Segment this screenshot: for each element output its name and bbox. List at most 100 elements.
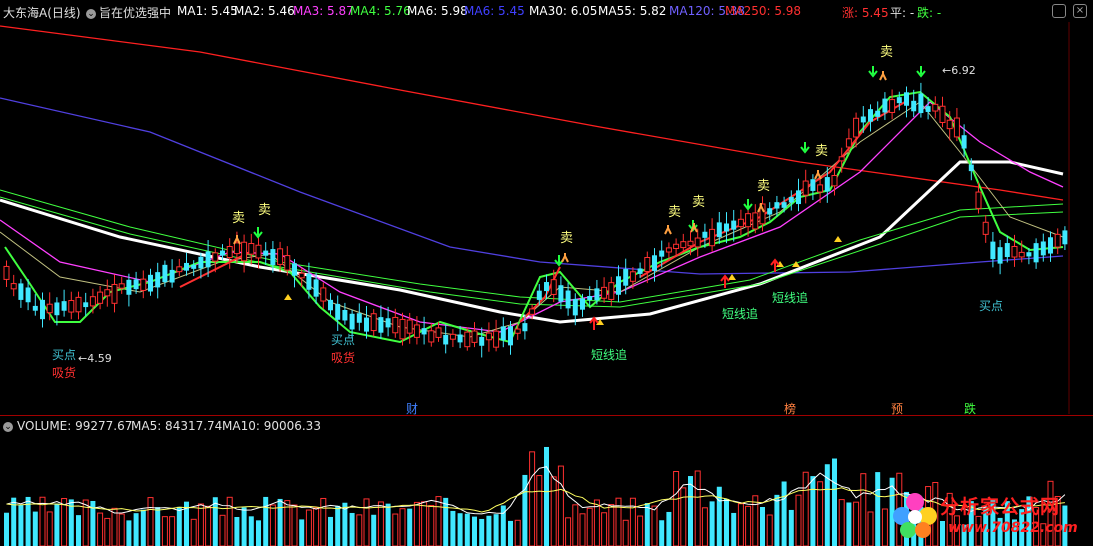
candle-down: [767, 208, 773, 215]
candle-up: [629, 271, 636, 282]
sell-arrow-icon: [743, 199, 753, 211]
volume-bar-down: [666, 511, 672, 546]
volume-bar-up: [428, 505, 435, 546]
volume-bar-up: [557, 465, 564, 546]
sell-label: 卖: [258, 203, 271, 218]
event-marker-bang[interactable]: 榜: [783, 402, 797, 416]
candle-up: [46, 303, 53, 314]
volume-bar-up: [853, 501, 860, 546]
candle-up: [514, 328, 521, 334]
candle-up: [982, 221, 989, 235]
absorb-label: 吸货: [331, 350, 355, 365]
volume-bar-up: [881, 508, 888, 546]
candle-up: [248, 243, 255, 255]
candle-down: [356, 313, 362, 323]
candle-down: [198, 256, 204, 269]
volume-bar-up: [550, 476, 557, 546]
volume-bar-down: [731, 512, 737, 546]
candle-down: [702, 231, 708, 238]
volume-bar-up: [752, 495, 759, 546]
volume-bar-down: [464, 513, 470, 546]
triangle-icon: [284, 294, 292, 300]
ma-legend-item: MA30: 6.05: [529, 4, 598, 18]
candle-down: [724, 223, 729, 232]
high-price-label: ←6.92: [942, 64, 976, 77]
volume-bar-down: [716, 486, 722, 546]
candle-up: [241, 241, 248, 262]
price-chart[interactable]: 卖卖卖卖卖卖卖卖短线追短线追短线追买点买点买点吸货吸货←4.59←6.92: [0, 22, 1093, 414]
candle-up: [550, 279, 557, 295]
candle-down: [731, 220, 737, 230]
volume-bar-down: [810, 476, 816, 546]
absorb-label: 吸货: [52, 365, 76, 380]
panel-divider[interactable]: [0, 415, 1093, 416]
candle-down: [522, 323, 528, 332]
candle-down: [184, 262, 189, 271]
event-marker-yu[interactable]: 预: [890, 402, 904, 416]
volume-bar-down: [407, 508, 413, 546]
candle-down: [572, 298, 578, 316]
candle-down: [637, 268, 643, 274]
volume-bar-down: [385, 503, 391, 546]
settings-icon[interactable]: [1052, 4, 1066, 18]
candle-down: [32, 305, 38, 311]
candle-down: [652, 255, 657, 271]
volume-bar-down: [443, 497, 449, 546]
candle-up: [831, 174, 838, 187]
volume-bar-down: [349, 512, 355, 546]
volume-bar-up: [673, 471, 680, 546]
candle-up: [471, 330, 478, 343]
candle-down: [421, 328, 427, 335]
stock-title[interactable]: 大东海A(日线): [3, 4, 81, 21]
volume-bar-down: [18, 504, 24, 546]
candle-up: [399, 318, 406, 340]
volume-bar-up: [529, 451, 536, 546]
candle-up: [75, 296, 82, 313]
candle-up: [838, 156, 845, 162]
event-marker-die[interactable]: 跌: [963, 402, 977, 416]
candle-down: [155, 272, 161, 288]
volume-bar-up: [169, 516, 176, 546]
sell-arrow-icon: [253, 227, 263, 239]
volume-bar-up: [586, 507, 593, 546]
buy-point-label: 买点: [331, 333, 355, 347]
volume-bar-up: [802, 471, 809, 546]
candle-up: [817, 184, 824, 193]
candle-up: [212, 252, 219, 262]
candle-up: [1011, 245, 1018, 258]
candle-down: [536, 290, 542, 300]
candle-down: [126, 279, 132, 295]
volume-bar-down: [133, 513, 139, 546]
candle-up: [608, 282, 615, 300]
candle-down: [1026, 252, 1032, 257]
candle-up: [946, 119, 953, 130]
volume-bar-down: [54, 503, 60, 546]
volume-bar-up: [766, 514, 773, 546]
candle-up: [485, 332, 492, 341]
indicator-name[interactable]: 旨在优选强中: [99, 4, 171, 21]
candle-down: [911, 100, 917, 112]
candle-down: [781, 202, 787, 208]
close-icon[interactable]: ×: [1073, 4, 1087, 18]
candle-down: [479, 336, 485, 346]
candle-up: [889, 99, 896, 113]
ma-legend-item: MA250: 5.98: [725, 4, 802, 18]
volume-bar-up: [313, 507, 320, 546]
event-marker-cai[interactable]: 财: [405, 402, 419, 416]
candle-up: [845, 138, 852, 148]
candle-down: [558, 285, 564, 302]
candle-up: [104, 289, 111, 297]
volume-bar-up: [572, 504, 579, 546]
volume-bar-up: [269, 504, 276, 546]
volume-bar-down: [76, 515, 81, 546]
candle-up: [601, 286, 608, 299]
volume-bar-down: [126, 520, 132, 546]
candle-up: [939, 105, 946, 123]
candle-up: [68, 300, 75, 313]
volume-bar-up: [205, 505, 212, 546]
runner-icon: [664, 225, 672, 235]
volume-bar-up: [291, 504, 298, 546]
volume-bar-down: [241, 507, 247, 546]
volume-bar-down: [508, 520, 513, 546]
volume-title: VOLUME: 99277.67: [17, 419, 133, 433]
